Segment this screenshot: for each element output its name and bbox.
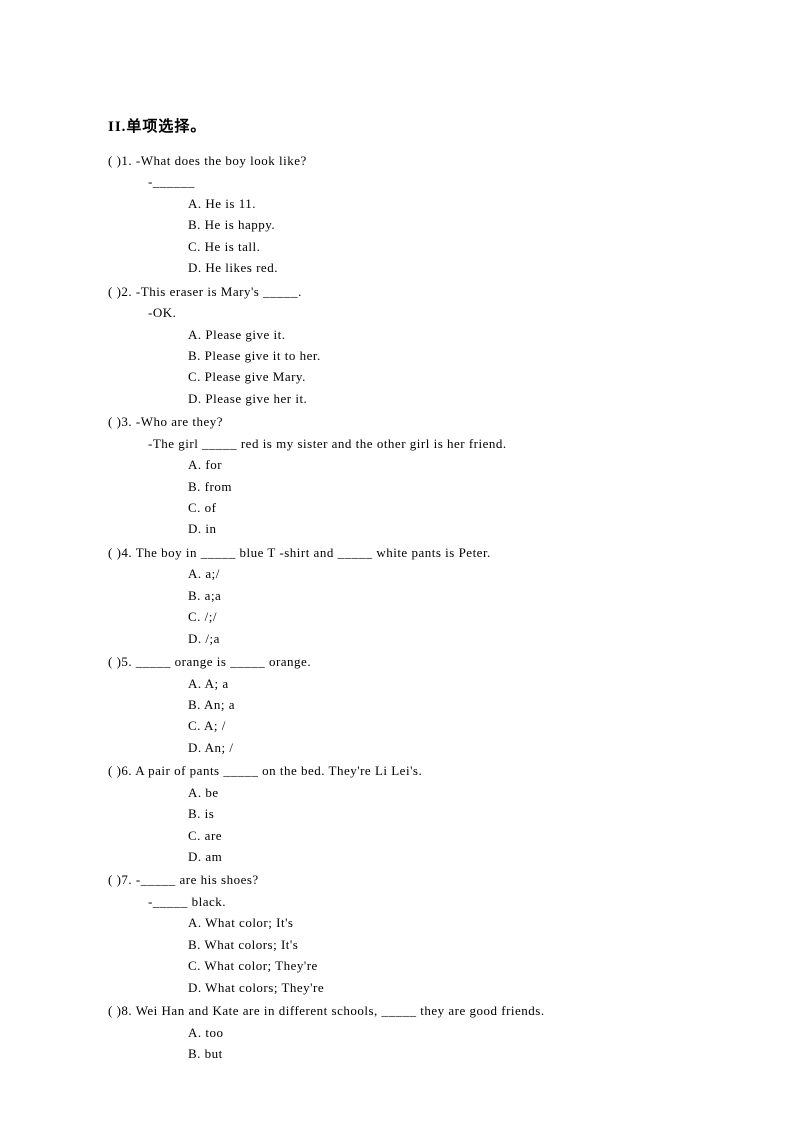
answer-option[interactable]: B. but <box>108 1043 694 1064</box>
answer-option[interactable]: D. am <box>108 846 694 867</box>
question-prompt: The boy in _____ blue T -shirt and _____… <box>136 545 491 560</box>
answer-option[interactable]: B. from <box>108 476 694 497</box>
answer-option[interactable]: D. /;a <box>108 628 694 649</box>
question-prompt: -Who are they? <box>136 414 223 429</box>
answer-paren[interactable]: ( ) <box>108 150 121 171</box>
answer-option[interactable]: C. are <box>108 825 694 846</box>
question-block: ( )6. A pair of pants _____ on the bed. … <box>108 760 694 867</box>
answer-option[interactable]: A. be <box>108 782 694 803</box>
question-prompt-line: ( )4. The boy in _____ blue T -shirt and… <box>108 542 694 563</box>
question-prompt-line: ( )2. -This eraser is Mary's _____. <box>108 281 694 302</box>
question-block: ( )3. -Who are they?-The girl _____ red … <box>108 411 694 540</box>
question-subline: -______ <box>108 171 694 192</box>
section-title: II.单项选择。 <box>108 115 694 136</box>
question-number: 1. <box>121 153 136 168</box>
question-number: 7. <box>121 872 136 887</box>
answer-paren[interactable]: ( ) <box>108 760 121 781</box>
question-prompt: _____ orange is _____ orange. <box>136 654 311 669</box>
question-block: ( )1. -What does the boy look like?-____… <box>108 150 694 279</box>
answer-option[interactable]: A. a;/ <box>108 563 694 584</box>
question-prompt: -This eraser is Mary's _____. <box>136 284 302 299</box>
answer-option[interactable]: D. Please give her it. <box>108 388 694 409</box>
answer-option[interactable]: A. What color; It's <box>108 912 694 933</box>
answer-option[interactable]: D. in <box>108 518 694 539</box>
question-number: 2. <box>121 284 136 299</box>
answer-option[interactable]: B. What colors; It's <box>108 934 694 955</box>
question-prompt: -_____ are his shoes? <box>136 872 259 887</box>
question-block: ( )7. -_____ are his shoes?-_____ black.… <box>108 869 694 998</box>
answer-option[interactable]: B. is <box>108 803 694 824</box>
question-number: 8. <box>121 1003 135 1018</box>
question-prompt-line: ( )8. Wei Han and Kate are in different … <box>108 1000 694 1021</box>
question-prompt-line: ( )5. _____ orange is _____ orange. <box>108 651 694 672</box>
question-prompt-line: ( )3. -Who are they? <box>108 411 694 432</box>
question-prompt: Wei Han and Kate are in different school… <box>136 1003 545 1018</box>
answer-paren[interactable]: ( ) <box>108 869 121 890</box>
question-subline: -OK. <box>108 302 694 323</box>
answer-option[interactable]: A. He is 11. <box>108 193 694 214</box>
answer-option[interactable]: B. An; a <box>108 694 694 715</box>
question-prompt-line: ( )1. -What does the boy look like? <box>108 150 694 171</box>
answer-option[interactable]: A. Please give it. <box>108 324 694 345</box>
answer-option[interactable]: A. A; a <box>108 673 694 694</box>
answer-option[interactable]: C. of <box>108 497 694 518</box>
answer-paren[interactable]: ( ) <box>108 651 121 672</box>
answer-option[interactable]: C. Please give Mary. <box>108 366 694 387</box>
question-number: 6. <box>121 763 135 778</box>
answer-option[interactable]: D. He likes red. <box>108 257 694 278</box>
answer-option[interactable]: B. Please give it to her. <box>108 345 694 366</box>
question-number: 4. <box>121 545 135 560</box>
question-block: ( )8. Wei Han and Kate are in different … <box>108 1000 694 1064</box>
question-block: ( )4. The boy in _____ blue T -shirt and… <box>108 542 694 649</box>
answer-option[interactable]: D. What colors; They're <box>108 977 694 998</box>
question-prompt-line: ( )7. -_____ are his shoes? <box>108 869 694 890</box>
answer-paren[interactable]: ( ) <box>108 281 121 302</box>
question-subline: -The girl _____ red is my sister and the… <box>108 433 694 454</box>
question-block: ( )5. _____ orange is _____ orange.A. A;… <box>108 651 694 758</box>
answer-option[interactable]: C. A; / <box>108 715 694 736</box>
question-prompt: A pair of pants _____ on the bed. They'r… <box>135 763 422 778</box>
answer-option[interactable]: C. What color; They're <box>108 955 694 976</box>
answer-option[interactable]: D. An; / <box>108 737 694 758</box>
answer-option[interactable]: A. for <box>108 454 694 475</box>
answer-option[interactable]: C. /;/ <box>108 606 694 627</box>
answer-paren[interactable]: ( ) <box>108 411 121 432</box>
question-number: 3. <box>121 414 136 429</box>
questions-container: ( )1. -What does the boy look like?-____… <box>108 150 694 1064</box>
answer-option[interactable]: B. He is happy. <box>108 214 694 235</box>
question-prompt-line: ( )6. A pair of pants _____ on the bed. … <box>108 760 694 781</box>
question-prompt: -What does the boy look like? <box>136 153 307 168</box>
answer-paren[interactable]: ( ) <box>108 1000 121 1021</box>
answer-option[interactable]: A. too <box>108 1022 694 1043</box>
page-content: II.单项选择。 ( )1. -What does the boy look l… <box>0 0 794 1106</box>
question-block: ( )2. -This eraser is Mary's _____.-OK.A… <box>108 281 694 410</box>
question-subline: -_____ black. <box>108 891 694 912</box>
answer-option[interactable]: C. He is tall. <box>108 236 694 257</box>
question-number: 5. <box>121 654 136 669</box>
answer-option[interactable]: B. a;a <box>108 585 694 606</box>
answer-paren[interactable]: ( ) <box>108 542 121 563</box>
